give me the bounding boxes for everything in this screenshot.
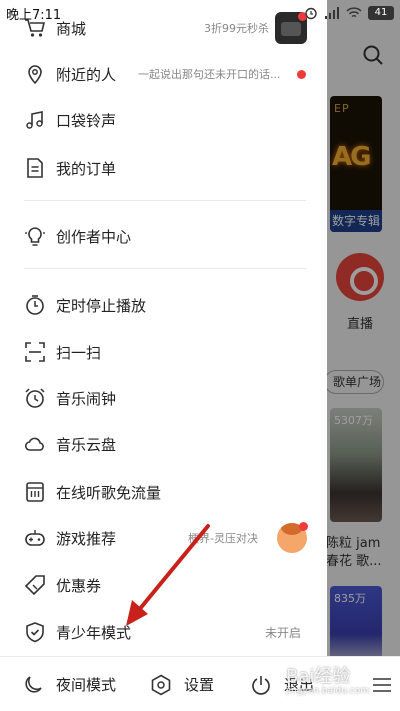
annotation-arrow-icon (126, 524, 210, 626)
gamepad-icon (24, 527, 46, 549)
watermark: Bai经验 jingyan.baidu.com (286, 662, 369, 696)
drawer-item-cloud-drive[interactable]: 音乐云盘 (0, 422, 327, 466)
settings-hexagon-icon (151, 674, 171, 695)
drawer-item-label: 游戏推荐 (56, 529, 117, 548)
night-mode-button[interactable]: 夜间模式 (22, 657, 116, 711)
drawer-item-scan[interactable]: 扫一扫 (0, 330, 327, 374)
status-icons: 41 (304, 4, 394, 22)
settings-label: 设置 (184, 676, 215, 694)
divider (24, 200, 306, 201)
battery-indicator: 41 (368, 6, 394, 20)
data-card-icon (24, 481, 46, 503)
status-time: 晚上7:11 (6, 8, 62, 23)
drawer-item-music-alarm[interactable]: 音乐闹钟 (0, 376, 327, 420)
order-list-icon (24, 157, 46, 179)
drawer-item-ringtone[interactable]: 口袋铃声 (0, 98, 327, 142)
night-mode-label: 夜间模式 (56, 676, 117, 694)
shield-check-icon (24, 621, 46, 643)
drawer-item-creator-center[interactable]: 创作者中心 (0, 214, 327, 258)
music-note-icon (24, 109, 46, 131)
nearby-notification-dot (297, 70, 306, 79)
wifi-icon (346, 7, 362, 18)
timer-icon (24, 294, 46, 316)
drawer-item-sleep-timer[interactable]: 定时停止播放 (0, 283, 327, 327)
drawer-item-label: 在线听歌免流量 (56, 483, 162, 502)
game-notification-dot (299, 522, 308, 531)
youth-mode-status: 未开启 (264, 625, 301, 640)
watermark-url: jingyan.baidu.com (286, 686, 370, 696)
drawer-item-label: 音乐闹钟 (56, 389, 117, 408)
drawer-item-label: 口袋铃声 (56, 111, 117, 130)
signal-icon (325, 7, 339, 19)
alarm-clock-icon (24, 387, 46, 409)
settings-button[interactable]: 设置 (150, 657, 214, 711)
divider (24, 268, 306, 269)
drawer-item-label: 定时停止播放 (56, 296, 147, 315)
nearby-subtitle: 一起说出那句还未开口的话... (138, 68, 281, 81)
drawer-item-label: 音乐云盘 (56, 435, 117, 454)
drawer-item-label: 优惠券 (56, 576, 102, 595)
drawer-item-label: 扫一扫 (56, 343, 102, 362)
drawer-item-label: 我的订单 (56, 159, 117, 178)
drawer-item-free-data[interactable]: 在线听歌免流量 (0, 470, 327, 514)
alarm-status-icon (305, 7, 317, 20)
drawer-item-orders[interactable]: 我的订单 (0, 146, 327, 190)
watermark-text: Bai经验 (286, 666, 351, 687)
drawer-item-label: 附近的人 (56, 65, 117, 84)
coupon-tag-icon (24, 574, 46, 596)
menu-icon[interactable] (372, 677, 392, 693)
cloud-icon (24, 433, 46, 455)
location-pin-icon (24, 63, 46, 85)
lightbulb-icon (24, 225, 46, 247)
drawer-item-label: 创作者中心 (56, 227, 132, 246)
shop-promo-text: 3折99元秒杀 (204, 22, 269, 35)
power-icon (252, 675, 270, 695)
scan-icon (24, 341, 46, 363)
drawer-item-nearby[interactable]: 附近的人 一起说出那句还未开口的话... (0, 52, 327, 96)
moon-icon (25, 675, 42, 693)
